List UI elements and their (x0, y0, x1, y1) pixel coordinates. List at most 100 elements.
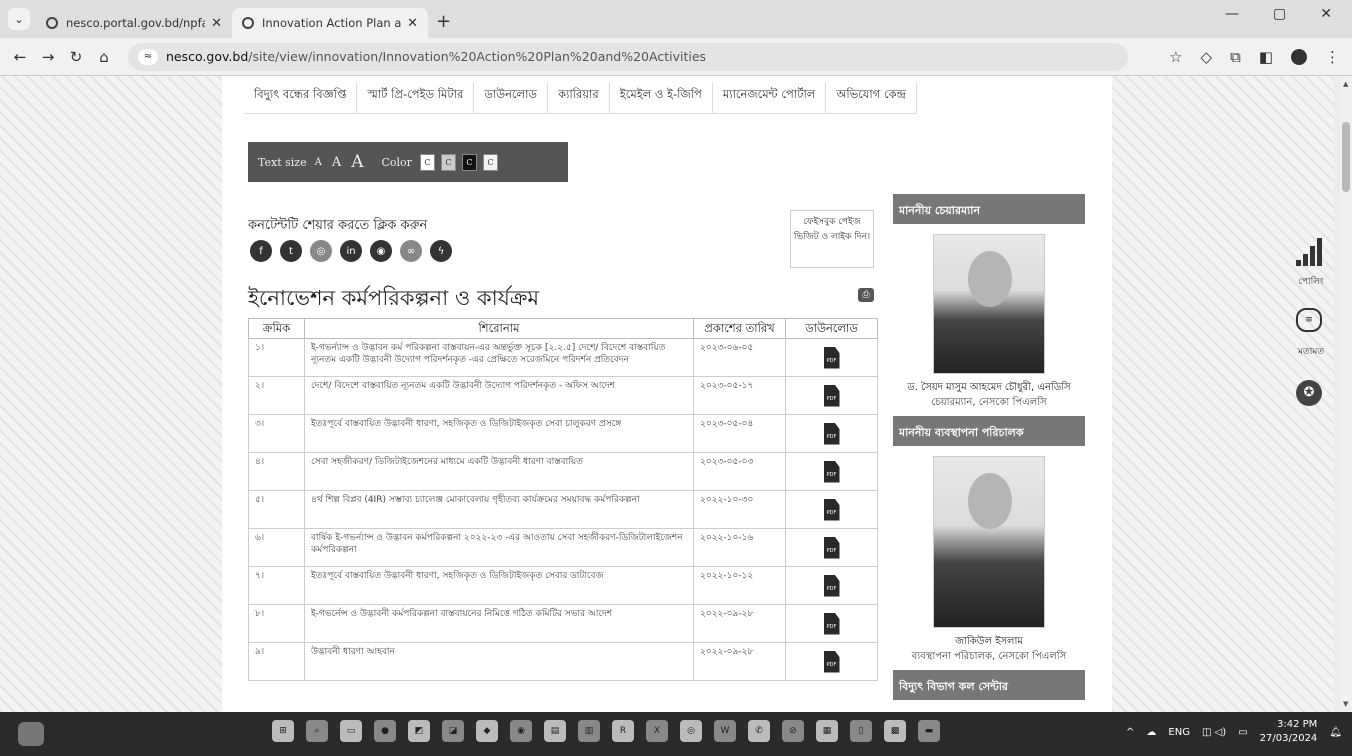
color-swatch[interactable]: C (440, 153, 456, 171)
whatsapp-icon[interactable]: ◎ (310, 240, 332, 262)
pdf-download-icon[interactable]: PDF (785, 490, 878, 529)
close-window-icon[interactable]: ✕ (1320, 6, 1332, 22)
menu-item[interactable]: ডাউনলোড (474, 82, 548, 113)
row-title[interactable]: ৪র্থ শিল্প বিপ্লব (4IR) সম্ভাব্য চ্যালেঞ… (304, 490, 694, 529)
poll-label[interactable]: পোলিং (1282, 274, 1340, 289)
row-title[interactable]: ই-গভর্নেন্স ও উদ্ভাবনী কর্মপরিকল্পনা বাস… (304, 604, 694, 643)
forward-icon[interactable]: → (34, 48, 62, 66)
excel-icon[interactable]: X (646, 720, 668, 742)
menu-item[interactable]: ক্যারিয়ার (548, 82, 610, 113)
app-icon[interactable]: ▤ (544, 720, 566, 742)
chairman-name[interactable]: ড. সৈয়দ মাসুম আহমেদ চৌধুরী, এনডিসি (893, 380, 1085, 395)
app-icon[interactable]: ▩ (884, 720, 906, 742)
row-title[interactable]: ইতঃপূর্বে বাস্তবায়িত উদ্ভাবনী ধারণা, সহ… (304, 566, 694, 605)
close-tab-icon[interactable]: ✕ (407, 16, 418, 31)
color-swatch[interactable]: C (419, 153, 435, 171)
network-volume-icon[interactable]: ◫ ◁) (1202, 727, 1226, 738)
row-title[interactable]: উদ্ভাবনী ধারণা আহবান (304, 642, 694, 681)
extension-icon[interactable]: ◇ (1201, 48, 1213, 66)
twitter-icon[interactable]: t (280, 240, 302, 262)
feedback-label[interactable]: মতামত (1282, 344, 1340, 359)
row-title[interactable]: সেবা সহজীকরণ/ ডিজিটাইজেশনের মাধ্যমে একটি… (304, 452, 694, 491)
folder-icon[interactable]: ▬ (918, 720, 940, 742)
row-title[interactable]: ই-গভর্ন্যান্স ও উদ্ভাবন কর্ম পরিকল্পনা ব… (304, 338, 694, 377)
whatsapp-icon[interactable]: ✆ (748, 720, 770, 742)
puzzle-icon[interactable]: ⧉ (1230, 48, 1241, 66)
close-tab-icon[interactable]: ✕ (211, 16, 222, 31)
word-icon[interactable]: W (714, 720, 736, 742)
new-tab-button[interactable]: + (436, 11, 451, 32)
bookmark-star-icon[interactable]: ☆ (1169, 48, 1182, 66)
notepad-icon[interactable]: ▯ (850, 720, 872, 742)
row-title[interactable]: বার্ষিক ই-গভর্ন্যান্স ও উদ্ভাবন কর্মপরিক… (304, 528, 694, 567)
pdf-download-icon[interactable]: PDF (785, 566, 878, 605)
poll-icon[interactable] (1296, 236, 1324, 266)
chat-icon[interactable]: ● (374, 720, 396, 742)
restore-icon[interactable]: ▢ (1273, 6, 1286, 22)
text-size-large[interactable]: A (351, 152, 363, 172)
row-title[interactable]: দেশে/ বিদেশে বাস্তবায়িত ন্যূনতম একটি উদ… (304, 376, 694, 415)
linkedin-icon[interactable]: in (340, 240, 362, 262)
app-icon[interactable]: ▦ (816, 720, 838, 742)
pdf-download-icon[interactable]: PDF (785, 642, 878, 681)
pdf-download-icon[interactable]: PDF (785, 414, 878, 453)
language-indicator[interactable]: ENG (1168, 727, 1190, 738)
widgets-icon[interactable] (18, 722, 44, 746)
tab-search-button[interactable]: ⌄ (8, 8, 30, 30)
app-icon[interactable]: ▥ (578, 720, 600, 742)
facebook-page-box[interactable]: ফেইসবুক পেইজ ভিজিট ও লাইক দিন। (790, 210, 874, 268)
menu-item[interactable]: স্মার্ট প্রি-পেইড মিটার (357, 82, 475, 113)
minimize-icon[interactable]: — (1225, 6, 1239, 22)
onedrive-icon[interactable]: ☁ (1146, 727, 1156, 738)
color-swatch[interactable]: C (482, 153, 498, 171)
messenger-icon[interactable]: ϟ (430, 240, 452, 262)
menu-item[interactable]: ইমেইল ও ই-জিপি (610, 82, 713, 113)
taskview-icon[interactable]: ▭ (340, 720, 362, 742)
accessibility-icon[interactable]: ✪ (1296, 380, 1322, 406)
reload-icon[interactable]: ↻ (62, 48, 90, 66)
md-name[interactable]: জাকিউল ইসলাম (893, 634, 1085, 649)
menu-item[interactable]: ম্যানেজমেন্ট পোর্টাল (713, 82, 827, 113)
chevron-up-icon[interactable]: ^ (1126, 727, 1134, 738)
facebook-icon[interactable]: f (250, 240, 272, 262)
pdf-download-icon[interactable]: PDF (785, 338, 878, 377)
profile-avatar[interactable] (1291, 49, 1307, 65)
app-icon[interactable]: R (612, 720, 634, 742)
link-icon[interactable]: ∞ (400, 240, 422, 262)
print-icon[interactable]: ⎙ (858, 288, 874, 302)
pdf-download-icon[interactable]: PDF (785, 604, 878, 643)
scroll-down-icon[interactable]: ▼ (1343, 700, 1348, 708)
color-swatch[interactable]: C (461, 153, 477, 171)
zoom-icon[interactable]: ◉ (510, 720, 532, 742)
pdf-download-icon[interactable]: PDF (785, 528, 878, 567)
menu-item[interactable]: বিদ্যুৎ বন্ধের বিজ্ঞপ্তি (244, 82, 358, 113)
start-icon[interactable]: ⊞ (272, 720, 294, 742)
battery-icon[interactable]: ▭ (1238, 727, 1247, 738)
url-field[interactable]: ≈ nesco.gov.bd /site/view/innovation/Inn… (128, 42, 1128, 71)
text-size-medium[interactable]: A (332, 155, 341, 170)
notification-bell-icon[interactable]: 🔔︎ (1329, 727, 1342, 738)
tab-npfadmin[interactable]: nesco.portal.gov.bd/npfadmin/ ✕ (36, 8, 232, 38)
sidepanel-icon[interactable]: ◧ (1259, 48, 1273, 66)
clock[interactable]: 3:42 PM 27/03/2024 (1260, 718, 1318, 746)
viber-icon[interactable]: ◉ (370, 240, 392, 262)
scrollbar-thumb[interactable] (1342, 122, 1350, 192)
pdf-download-icon[interactable]: PDF (785, 376, 878, 415)
row-title[interactable]: ইতঃপূর্বে বাস্তবায়িত উদ্ভাবনী ধারণা, সহ… (304, 414, 694, 453)
app-icon[interactable]: ◩ (408, 720, 430, 742)
app-icon[interactable]: ◪ (442, 720, 464, 742)
back-icon[interactable]: ← (6, 48, 34, 66)
site-info-icon[interactable]: ≈ (138, 48, 158, 65)
menu-dots-icon[interactable]: ⋮ (1325, 48, 1340, 66)
app-icon[interactable]: ◆ (476, 720, 498, 742)
home-icon[interactable]: ⌂ (90, 48, 118, 66)
app-icon[interactable]: ⊘ (782, 720, 804, 742)
feedback-icon[interactable]: ≡ (1296, 308, 1322, 332)
pdf-download-icon[interactable]: PDF (785, 452, 878, 491)
page-scrollbar[interactable]: ▲ ▼ (1340, 76, 1352, 712)
chrome-icon[interactable]: ◎ (680, 720, 702, 742)
search-icon[interactable]: ⌕ (306, 720, 328, 742)
menu-item[interactable]: অভিযোগ কেন্দ্র (826, 82, 917, 113)
scroll-up-icon[interactable]: ▲ (1343, 80, 1348, 88)
text-size-small[interactable]: A (315, 157, 322, 168)
